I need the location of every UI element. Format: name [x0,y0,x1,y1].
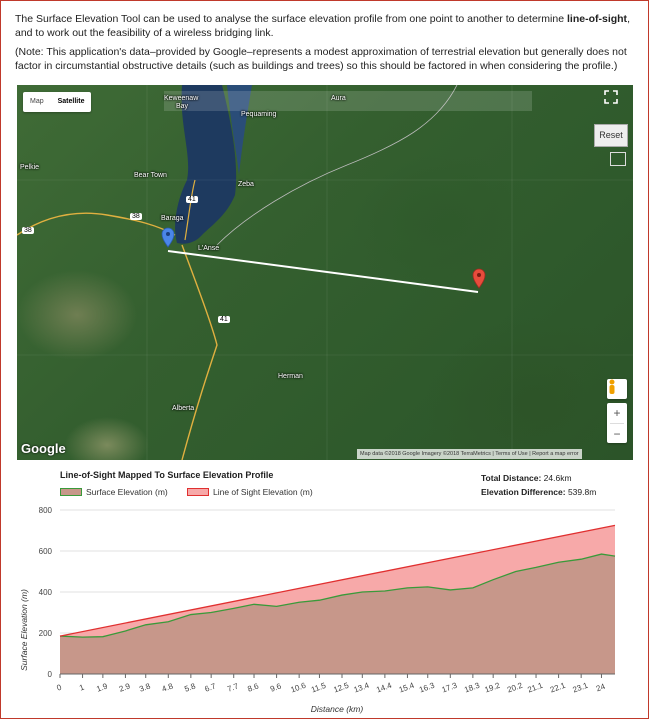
map-type-map-button[interactable]: Map [23,92,51,112]
total-distance-value: 24.6km [543,473,572,483]
intro-bold-term: line-of-sight [566,13,628,25]
total-distance-label: Total Distance: [481,473,542,483]
x-tick-label: 1 [78,682,86,692]
place-label: Baraga [161,215,184,222]
zoom-out-button[interactable]: − [610,422,624,444]
pegman-glyph [609,379,615,394]
y-tick-label: 200 [39,629,53,638]
google-logo: Google [21,441,66,456]
x-axis-label: Distance (km) [311,704,364,714]
x-tick-label: 6.7 [204,681,218,693]
chart-plot: 0 200 400 600 800 0 1 1.9 2.9 3.8 4.8 5.8 6.7 7.7 8.6 9… [19,506,616,714]
x-tick-label: 4.8 [161,681,175,693]
legend-swatch-los [187,488,209,496]
route-shield: 41 [218,316,230,323]
pegman-icon[interactable] [607,379,627,399]
zoom-control: + − [607,403,627,443]
x-tick-label: 13.4 [353,681,371,695]
x-tick-label: 0 [56,682,64,692]
x-tick-label: 12.5 [332,681,350,695]
x-tick-label: 21.1 [526,681,544,695]
map-overlay [17,85,633,460]
x-tick-label: 16.3 [418,681,436,695]
y-axis-label: Surface Elevation (m) [19,589,29,671]
legend-item-surface[interactable]: Surface Elevation (m) [60,487,168,497]
y-tick-label: 600 [39,547,53,556]
x-tick-label: 11.5 [310,681,328,695]
intro-text: The Surface Elevation Tool can be used t… [15,12,630,78]
road-41-south [181,244,218,460]
intro-text-part: The Surface Elevation Tool can be used t… [15,13,567,25]
y-tick-label: 0 [48,670,53,679]
x-tick-label: 19.2 [483,681,501,695]
y-tick-label: 400 [39,588,53,597]
place-label: Bay [176,103,189,110]
chart-title: Line-of-Sight Mapped To Surface Elevatio… [60,470,274,480]
end-marker-icon[interactable] [472,268,486,289]
place-label: Zeba [238,181,254,188]
map-search-bar[interactable] [164,91,532,111]
elevation-difference: Elevation Difference: 539.8m [481,487,596,497]
x-tick-label: 8.6 [246,681,260,693]
place-label: Keweenaw [164,95,199,102]
fullscreen-glyph [604,90,618,104]
x-tick-label: 23.1 [571,681,589,695]
x-tick-label: 10.6 [289,681,307,695]
legend-label-los: Line of Sight Elevation (m) [213,487,313,497]
y-tick-label: 800 [39,506,53,515]
elevation-difference-label: Elevation Difference: [481,487,566,497]
x-tick-label: 22.1 [549,681,567,695]
x-tick-label: 15.4 [398,681,416,695]
intro-note: (Note: This application's data–provided … [15,46,627,72]
x-tick-label: 17.3 [441,681,459,695]
x-tick-label: 14.4 [375,681,393,695]
legend-swatch-surface [60,488,82,496]
total-distance: Total Distance: 24.6km [481,473,572,483]
map-view[interactable]: Map Satellite Reset + − Keweenaw Bay Aur… [17,85,633,460]
route-shield: 38 [22,227,34,234]
start-marker-icon[interactable] [161,227,175,248]
map-attribution[interactable]: Map data ©2018 Google Imagery ©2018 Terr… [357,449,582,459]
place-label: Pelkie [20,164,40,171]
legend-item-los[interactable]: Line of Sight Elevation (m) [187,487,313,497]
legend-label-surface: Surface Elevation (m) [86,487,168,497]
x-tick-label: 20.2 [506,681,524,695]
x-tick-label: 18.3 [463,681,481,695]
x-tick-label: 24 [595,682,607,694]
x-tick-label: 1.9 [95,681,109,693]
route-shield: 41 [186,196,198,203]
map-type-satellite-button[interactable]: Satellite [51,92,92,112]
place-label: L'Anse [198,245,220,252]
elevation-difference-value: 539.8m [567,487,597,497]
place-label: Alberta [172,405,195,412]
surface-area [60,554,615,674]
line-of-sight [167,250,479,293]
x-tick-label: 7.7 [226,681,240,693]
route-shield: 38 [130,213,142,220]
map-overlay-toggle[interactable] [610,152,626,166]
place-label: Aura [331,95,346,102]
x-tick-label: 9.6 [269,681,283,693]
road-38 [17,212,176,236]
intro-paragraph: The Surface Elevation Tool can be used t… [15,12,630,40]
map-type-control: Map Satellite [23,92,92,112]
place-label: Pequaming [241,111,277,118]
place-label: Bear Town [134,172,167,179]
chart-areas [59,524,616,674]
reset-button[interactable]: Reset [594,124,628,147]
x-tick-label: 2.9 [118,681,132,693]
x-tick-label: 3.8 [138,681,152,693]
x-tick-label: 5.8 [183,681,197,693]
place-label: Herman [278,373,303,380]
zoom-in-button[interactable]: + [613,403,620,423]
elevation-chart: Line-of-Sight Mapped To Surface Elevatio… [17,460,633,715]
fullscreen-icon[interactable] [604,90,626,112]
